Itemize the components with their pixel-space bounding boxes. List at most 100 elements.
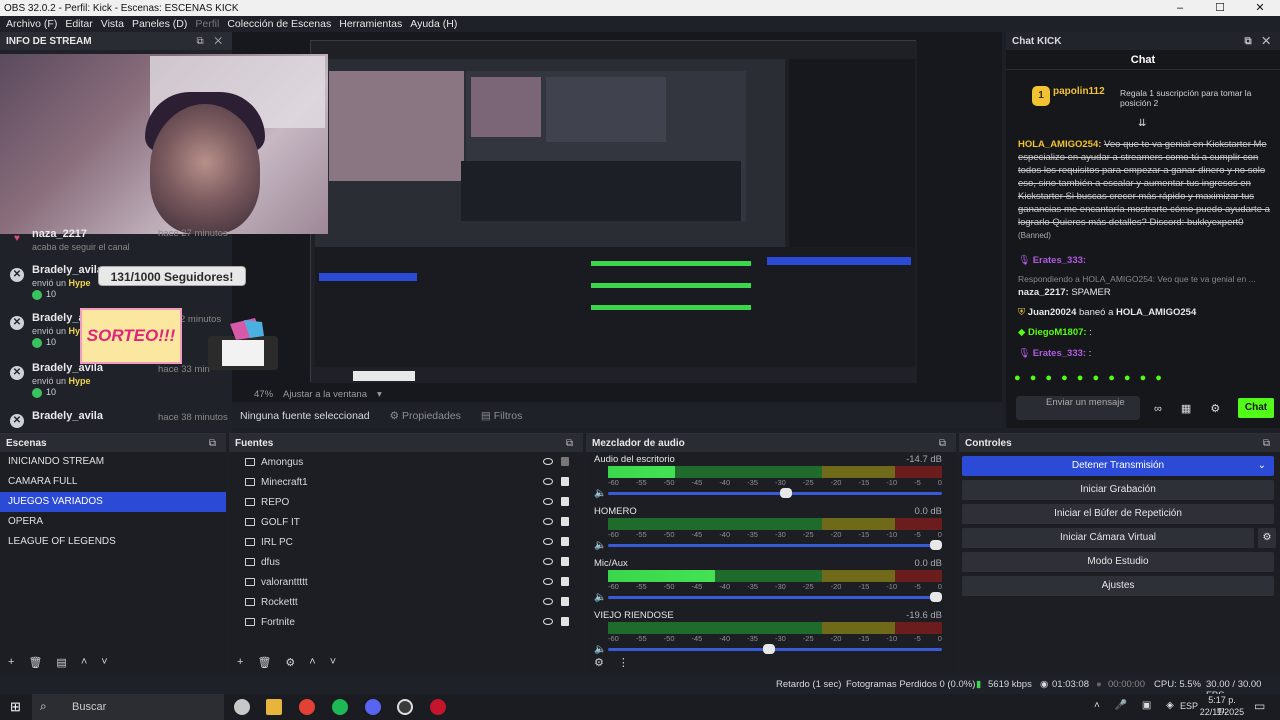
app-icon[interactable] xyxy=(234,699,250,715)
close-icon[interactable]: ✕ xyxy=(1240,0,1280,16)
clock-date[interactable]: 22/11/2025 xyxy=(1198,707,1246,717)
settings-button[interactable]: Ajustes xyxy=(962,576,1274,596)
properties-button[interactable]: ⚙ Propiedades xyxy=(390,410,461,422)
lock-icon[interactable] xyxy=(561,517,569,526)
zoom-level[interactable]: 47% xyxy=(254,389,273,400)
fader-knob[interactable] xyxy=(930,540,942,550)
fader-knob[interactable] xyxy=(930,592,942,602)
chat-send-button[interactable]: Chat xyxy=(1238,398,1274,418)
eye-icon[interactable] xyxy=(543,458,553,465)
menu-herramientas[interactable]: Herramientas xyxy=(335,18,406,30)
up-icon[interactable]: ˄ xyxy=(309,656,315,668)
eye-icon[interactable] xyxy=(543,498,553,505)
undock-icon[interactable]: ⧉ xyxy=(566,438,577,449)
chat-input[interactable]: Enviar un mensaje xyxy=(1016,396,1140,420)
scene-item-selected[interactable]: JUEGOS VARIADOS xyxy=(0,492,226,512)
chevron-down-icon[interactable]: ▾ xyxy=(377,389,382,400)
source-item[interactable]: REPO xyxy=(229,492,583,512)
speaker-icon[interactable]: 🔈 xyxy=(594,488,606,499)
lock-icon[interactable] xyxy=(561,457,569,466)
chat-tab[interactable]: Chat xyxy=(1006,50,1280,70)
language-indicator[interactable]: ESP xyxy=(1180,701,1198,711)
add-icon[interactable]: + xyxy=(237,656,243,668)
lock-icon[interactable] xyxy=(561,617,569,626)
obs-icon[interactable] xyxy=(397,699,413,715)
studio-mode-button[interactable]: Modo Estudio xyxy=(962,552,1274,572)
menu-archivo[interactable]: Archivo (F) xyxy=(2,18,61,30)
menu-paneles[interactable]: Paneles (D) xyxy=(128,18,191,30)
scene-item[interactable]: CAMARA FULL xyxy=(0,472,226,492)
up-icon[interactable]: ˄ xyxy=(81,656,87,668)
menu-vista[interactable]: Vista xyxy=(97,18,128,30)
scene-item[interactable]: INICIANDO STREAM xyxy=(0,452,226,472)
lock-icon[interactable] xyxy=(561,477,569,486)
trash-icon[interactable]: 🗑 xyxy=(28,656,42,669)
spotify-icon[interactable] xyxy=(332,699,348,715)
volume-fader[interactable] xyxy=(608,540,942,550)
undock-icon[interactable]: ⧉ xyxy=(209,438,220,449)
replay-buffer-button[interactable]: Iniciar el Búfer de Repetición xyxy=(962,504,1274,524)
lock-icon[interactable] xyxy=(561,577,569,586)
trash-icon[interactable]: 🗑 xyxy=(257,656,271,669)
eye-icon[interactable] xyxy=(543,478,553,485)
eye-icon[interactable] xyxy=(543,578,553,585)
fader-knob[interactable] xyxy=(779,488,792,498)
maximize-icon[interactable]: ☐ xyxy=(1200,0,1240,16)
eye-icon[interactable] xyxy=(543,518,553,525)
scroll-down-icon[interactable]: ⇊ xyxy=(1138,118,1146,129)
gear-icon[interactable]: ⚙ xyxy=(285,656,295,669)
notification-icon[interactable]: ▭ xyxy=(1254,699,1265,713)
folder-icon[interactable] xyxy=(266,699,282,715)
source-item[interactable]: dfus xyxy=(229,552,583,572)
lock-icon[interactable] xyxy=(561,497,569,506)
more-icon[interactable]: ⋮ xyxy=(618,656,629,669)
virtual-camera-button[interactable]: Iniciar Cámara Virtual ⚙ xyxy=(962,528,1276,548)
lock-icon[interactable] xyxy=(561,597,569,606)
scene-item[interactable]: LEAGUE OF LEGENDS xyxy=(0,532,226,552)
filters-button[interactable]: ▤ Filtros xyxy=(481,410,522,422)
menu-editar[interactable]: Editar xyxy=(61,18,96,30)
close-icon[interactable]: ✕ xyxy=(10,316,24,330)
down-icon[interactable]: ˅ xyxy=(330,656,336,668)
gear-icon[interactable]: ⚙ xyxy=(594,656,604,669)
eye-icon[interactable] xyxy=(543,598,553,605)
tray-icons[interactable]: ˄ 🎤 ▣ ◈ xyxy=(1094,700,1180,711)
windows-start-icon[interactable]: ⊞ xyxy=(10,699,21,715)
eye-icon[interactable] xyxy=(543,618,553,625)
chrome-icon[interactable] xyxy=(299,699,315,715)
source-item[interactable]: Rockettt xyxy=(229,592,583,612)
dock-controls-icon[interactable]: ⧉ ✕ xyxy=(1244,36,1274,47)
lock-icon[interactable] xyxy=(561,537,569,546)
source-item[interactable]: GOLF IT xyxy=(229,512,583,532)
speaker-icon[interactable]: 🔈 xyxy=(594,540,606,551)
source-item[interactable]: Minecraft1 xyxy=(229,472,583,492)
opera-icon[interactable] xyxy=(430,699,446,715)
close-icon[interactable]: ✕ xyxy=(10,268,24,282)
fit-window-select[interactable]: Ajustar a la ventana xyxy=(283,389,367,400)
add-icon[interactable]: + xyxy=(8,656,14,668)
lock-icon[interactable] xyxy=(561,557,569,566)
chevron-down-icon[interactable]: ⌄ xyxy=(1258,456,1266,476)
source-item[interactable]: Fortnite xyxy=(229,612,583,632)
source-item[interactable]: Amongus xyxy=(229,452,583,472)
close-icon[interactable]: ✕ xyxy=(10,414,24,428)
chat-tools-icon[interactable]: ∞ ▦ ⚙ xyxy=(1154,402,1228,415)
down-icon[interactable]: ˅ xyxy=(101,656,107,668)
menu-perfil[interactable]: Perfil xyxy=(191,18,223,30)
undock-icon[interactable]: ⧉ xyxy=(1263,438,1274,449)
volume-fader[interactable] xyxy=(608,592,942,602)
source-item[interactable]: valoranttttt xyxy=(229,572,583,592)
eye-icon[interactable] xyxy=(543,538,553,545)
start-recording-button[interactable]: Iniciar Grabación xyxy=(962,480,1274,500)
source-item[interactable]: IRL PC xyxy=(229,532,583,552)
scene-item[interactable]: OPERA xyxy=(0,512,226,532)
filter-icon[interactable]: ▤ xyxy=(56,656,66,669)
undock-icon[interactable]: ⧉ xyxy=(939,438,950,449)
speaker-icon[interactable]: 🔈 xyxy=(594,592,606,603)
volume-fader[interactable] xyxy=(608,488,942,498)
discord-icon[interactable] xyxy=(365,699,381,715)
dock-controls-icon[interactable]: ⧉ ✕ xyxy=(196,36,226,47)
menu-coleccion[interactable]: Colección de Escenas xyxy=(223,18,335,30)
menu-ayuda[interactable]: Ayuda (H) xyxy=(406,18,461,30)
close-icon[interactable]: ✕ xyxy=(10,366,24,380)
